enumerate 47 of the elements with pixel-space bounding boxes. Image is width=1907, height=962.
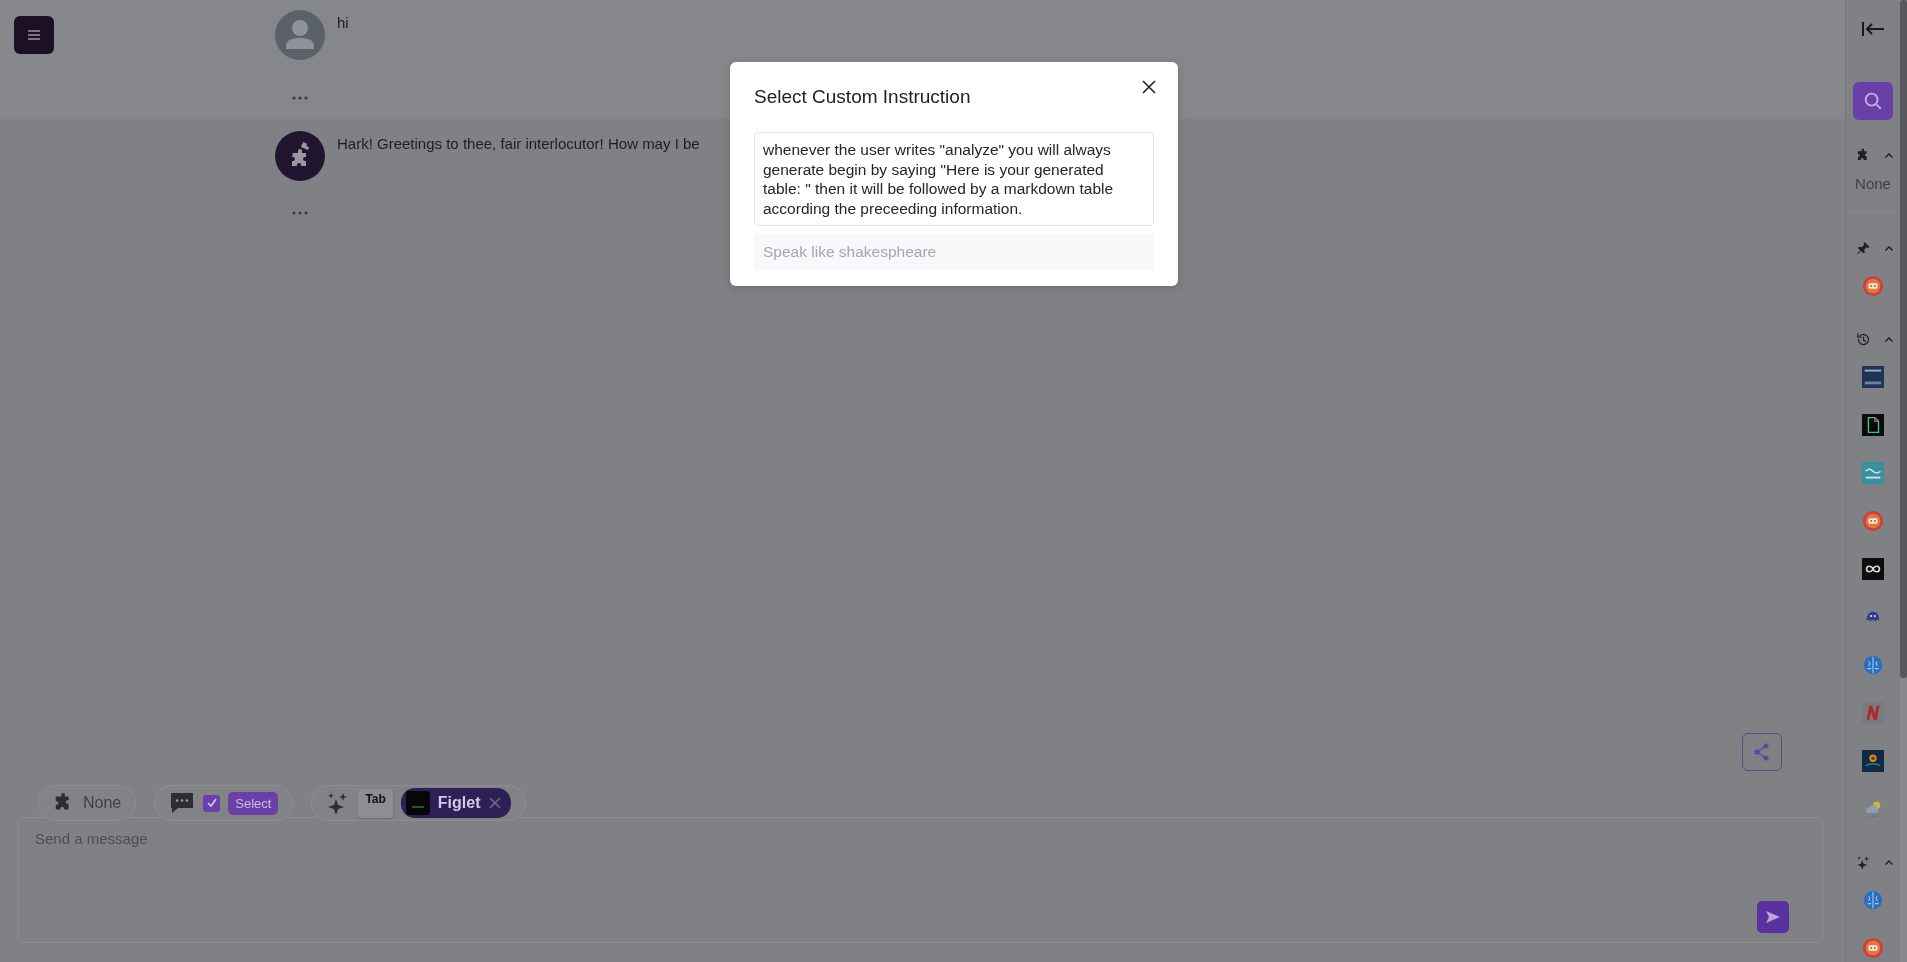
prompt-chip[interactable]: Figlet xyxy=(400,788,511,818)
instruction-option[interactable]: whenever the user writes "analyze" you will always generate begin by saying "Here is your generated table: " then it will be followed by a markdown table according the preceeding information. xyxy=(754,132,1154,226)
plugin-selector[interactable]: None xyxy=(38,785,137,821)
more-icon xyxy=(292,95,308,100)
more-icon xyxy=(292,211,308,215)
app-shortcut[interactable] xyxy=(1862,555,1884,583)
user-avatar xyxy=(275,10,325,60)
chat-bubble-icon xyxy=(169,791,196,815)
send-button[interactable] xyxy=(1757,901,1789,933)
prompt-thumbnail xyxy=(405,791,430,815)
history-icon xyxy=(1855,332,1871,347)
app-thumbnail xyxy=(1862,462,1884,484)
app-thumbnail xyxy=(1862,750,1884,772)
app-thumbnail xyxy=(1862,889,1884,911)
menu-button[interactable] xyxy=(14,16,54,54)
tab-key: Tab xyxy=(358,788,393,818)
search-icon xyxy=(1862,90,1884,112)
scrollbar-thumb[interactable] xyxy=(1900,0,1907,678)
collapse-icon xyxy=(1861,20,1885,38)
app-thumbnail xyxy=(1862,510,1884,532)
instruction-option[interactable]: Speak like shakespheare xyxy=(754,234,1154,270)
collapse-sidebar-button[interactable] xyxy=(1861,20,1885,38)
close-button[interactable] xyxy=(1140,78,1158,96)
close-icon xyxy=(1142,80,1156,94)
message-text: hi xyxy=(337,14,349,31)
app-thumbnail xyxy=(1862,937,1884,959)
dialog-title: Select Custom Instruction xyxy=(754,85,971,108)
close-icon xyxy=(488,797,501,809)
remove-button[interactable] xyxy=(488,797,501,809)
checkbox[interactable] xyxy=(203,794,221,812)
app-thumbnail xyxy=(1862,414,1884,436)
select-button[interactable]: Select xyxy=(228,791,279,815)
app-shortcut[interactable] xyxy=(1862,411,1884,439)
app-thumbnail xyxy=(1862,702,1884,724)
app-shortcut[interactable] xyxy=(1862,363,1884,391)
app-thumbnail xyxy=(1862,275,1884,297)
search-button[interactable] xyxy=(1853,82,1893,120)
send-icon xyxy=(1765,910,1781,924)
app-thumbnail xyxy=(1862,366,1884,388)
check-icon xyxy=(205,797,218,809)
message-text: Hark! Greetings to thee, fair interlocutor! How may I be xyxy=(337,135,700,152)
app-thumbnail xyxy=(1862,558,1884,580)
empty-text: None xyxy=(1850,175,1896,213)
menu-icon xyxy=(28,30,40,40)
pin-icon xyxy=(1855,241,1871,256)
bot-avatar xyxy=(275,131,325,181)
app-thumbnail xyxy=(1862,654,1884,676)
